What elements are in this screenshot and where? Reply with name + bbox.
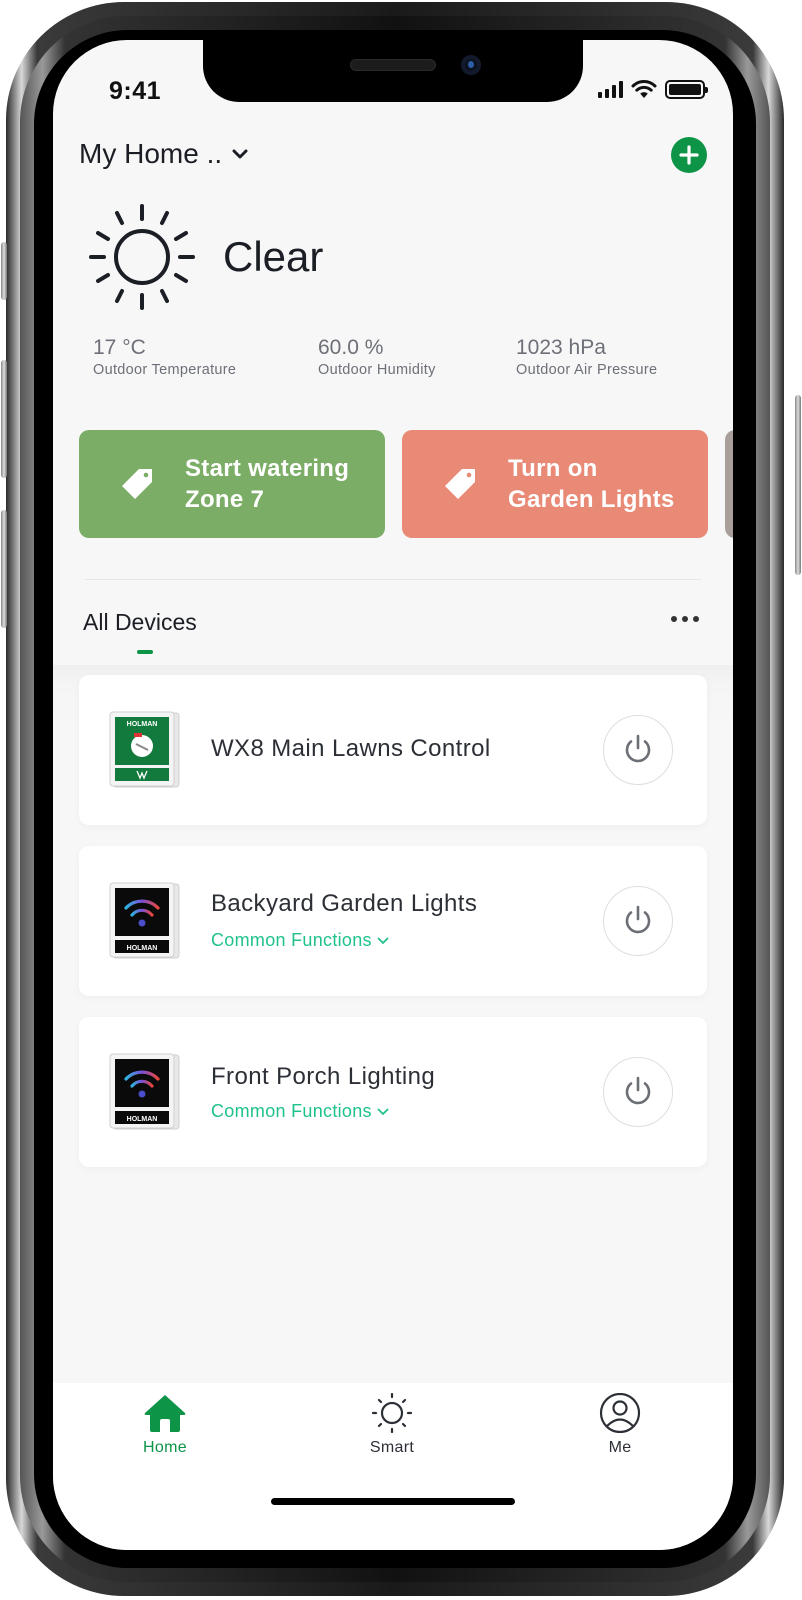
tag-icon bbox=[122, 469, 152, 499]
device-card-backyard-garden-lights[interactable]: HOLMAN Backyard Garden Lights Common Fun… bbox=[79, 846, 707, 996]
wx8-controller-thumbnail: HOLMAN bbox=[109, 711, 180, 788]
sun-icon bbox=[371, 1393, 413, 1433]
power-toggle-button[interactable] bbox=[603, 1057, 673, 1127]
scene-start-watering-zone-7[interactable]: Start watering Zone 7 bbox=[79, 430, 385, 538]
svg-text:HOLMAN: HOLMAN bbox=[127, 721, 158, 728]
stat-label: Outdoor Temperature bbox=[93, 362, 237, 378]
tab-smart[interactable]: Smart bbox=[332, 1393, 452, 1457]
chevron-down-icon bbox=[377, 1108, 389, 1115]
device-card-front-porch-lighting[interactable]: HOLMAN Front Porch Lighting Common Funct… bbox=[79, 1017, 707, 1167]
stat-label: Outdoor Air Pressure bbox=[516, 362, 658, 378]
weather-summary: Clear bbox=[87, 202, 323, 312]
svg-text:HOLMAN: HOLMAN bbox=[127, 1116, 158, 1123]
scene-turn-on-garden-lights[interactable]: Turn on Garden Lights bbox=[402, 430, 708, 538]
notch bbox=[203, 40, 583, 102]
tab-label: Smart bbox=[369, 1439, 415, 1456]
device-name: Backyard Garden Lights bbox=[211, 890, 478, 917]
earpiece-speaker bbox=[350, 59, 436, 71]
tab-home[interactable]: Home bbox=[105, 1393, 225, 1457]
outdoor-humidity: 60.0 % Outdoor Humidity bbox=[318, 336, 436, 378]
common-functions-link[interactable]: Common Functions bbox=[211, 1101, 389, 1122]
scene-label: Start watering Zone 7 bbox=[185, 455, 350, 513]
tab-label: Me bbox=[608, 1439, 632, 1456]
device-name: Front Porch Lighting bbox=[211, 1063, 436, 1090]
stat-value: 60.0 % bbox=[318, 336, 384, 359]
front-camera bbox=[461, 55, 481, 75]
home-icon bbox=[144, 1395, 186, 1432]
volume-up-button bbox=[1, 360, 7, 478]
device-name: WX8 Main Lawns Control bbox=[211, 735, 491, 762]
scene-partial-next[interactable] bbox=[725, 430, 733, 538]
device-card-wx8-main-lawns-control[interactable]: HOLMAN WX8 Main Lawns Control bbox=[79, 675, 707, 825]
silent-switch bbox=[1, 242, 7, 300]
tab-active-indicator bbox=[137, 650, 153, 654]
outdoor-air-pressure: 1023 hPa Outdoor Air Pressure bbox=[516, 336, 657, 378]
add-device-button[interactable] bbox=[671, 137, 707, 173]
scene-shortcuts: Start watering Zone 7 Turn on Garden Lig… bbox=[79, 430, 733, 538]
status-time: 9:41 bbox=[109, 77, 162, 105]
plus-icon bbox=[679, 145, 699, 165]
status-icons bbox=[598, 80, 708, 99]
stat-value: 1023 hPa bbox=[516, 336, 606, 359]
stat-label: Outdoor Humidity bbox=[318, 362, 436, 378]
stat-value: 17 °C bbox=[93, 336, 146, 359]
home-name: My Home .. bbox=[79, 138, 223, 169]
outdoor-temperature: 17 °C Outdoor Temperature bbox=[93, 336, 236, 378]
power-icon bbox=[625, 734, 651, 763]
tab-label: Home bbox=[143, 1439, 187, 1456]
cellular-signal-icon bbox=[598, 81, 623, 98]
home-selector[interactable]: My Home .. bbox=[79, 138, 248, 170]
wifi-light-controller-thumbnail: HOLMAN bbox=[109, 1053, 180, 1130]
bottom-tab-bar: Home Smart Me bbox=[53, 1383, 733, 1550]
svg-text:HOLMAN: HOLMAN bbox=[127, 945, 158, 952]
power-toggle-button[interactable] bbox=[603, 715, 673, 785]
tab-all-devices[interactable]: All Devices bbox=[83, 609, 197, 636]
wifi-light-controller-thumbnail: HOLMAN bbox=[109, 882, 180, 959]
app-screen: 9:41 My Home .. Clear 17 °C Outdoor Temp… bbox=[53, 40, 733, 1550]
volume-down-button bbox=[1, 510, 7, 628]
common-functions-link[interactable]: Common Functions bbox=[211, 930, 389, 951]
more-options-button[interactable] bbox=[667, 612, 703, 626]
power-side-button bbox=[795, 395, 801, 575]
chevron-down-icon bbox=[232, 149, 248, 159]
tab-me[interactable]: Me bbox=[560, 1393, 680, 1457]
home-indicator bbox=[271, 1498, 515, 1505]
weather-condition: Clear bbox=[223, 233, 324, 280]
wifi-icon bbox=[631, 80, 657, 98]
section-divider bbox=[85, 579, 701, 580]
user-icon bbox=[599, 1393, 641, 1433]
power-toggle-button[interactable] bbox=[603, 886, 673, 956]
scene-label: Turn on Garden Lights bbox=[508, 455, 675, 513]
battery-icon bbox=[665, 80, 708, 99]
tag-icon bbox=[445, 469, 475, 499]
chevron-down-icon bbox=[377, 937, 389, 944]
power-icon bbox=[625, 1076, 651, 1105]
sun-icon bbox=[89, 204, 195, 310]
power-icon bbox=[625, 905, 651, 934]
